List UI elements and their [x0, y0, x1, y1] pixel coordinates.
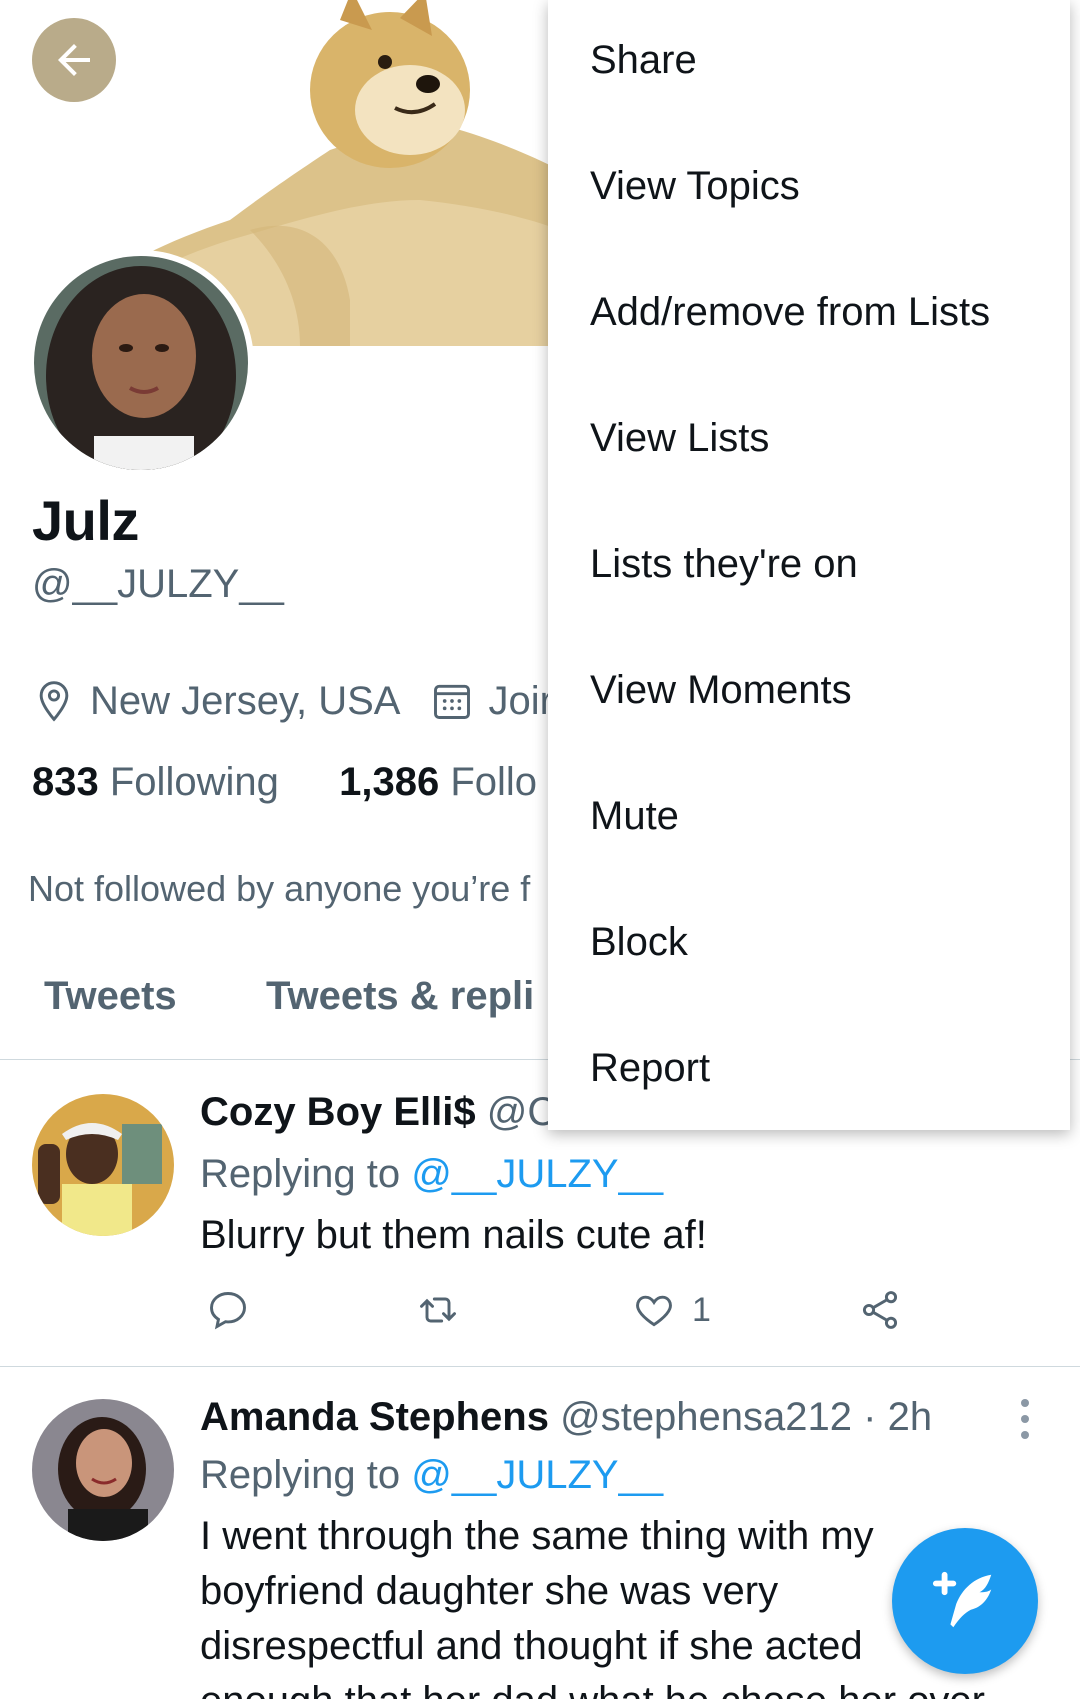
followers-count: 1,386 — [339, 760, 440, 804]
following-link[interactable]: 833 Following — [32, 760, 279, 804]
following-count: 833 — [32, 760, 99, 804]
menu-item-lists-theyre-on[interactable]: Lists they're on — [590, 542, 858, 587]
reply-icon — [210, 1292, 246, 1330]
reply-button[interactable] — [206, 1288, 250, 1332]
tweet-header: Amanda Stephens @stephensa212 · 2h — [200, 1395, 932, 1440]
like-count: 1 — [692, 1290, 711, 1329]
tweet-header: Cozy Boy Elli$ @C — [200, 1090, 556, 1135]
follow-stats: 833 Following 1,386 Follo — [32, 760, 537, 805]
tweet-time: · 2h — [863, 1395, 933, 1439]
back-button[interactable] — [32, 18, 116, 102]
heart-icon — [636, 1295, 672, 1327]
profile-handle: @__JULZY__ — [32, 562, 284, 606]
menu-item-block[interactable]: Block — [590, 920, 688, 965]
tweet-avatar[interactable] — [32, 1094, 174, 1236]
menu-item-view-topics[interactable]: View Topics — [590, 164, 800, 209]
retweet-icon — [420, 1297, 456, 1323]
menu-item-mute[interactable]: Mute — [590, 794, 679, 839]
retweet-button[interactable] — [416, 1288, 460, 1332]
display-name: Julz — [32, 489, 139, 552]
replying-prefix: Replying to — [200, 1152, 401, 1196]
menu-item-share[interactable]: Share — [590, 38, 697, 83]
following-label: Following — [109, 760, 279, 804]
menu-item-add-remove-lists[interactable]: Add/remove from Lists — [590, 290, 990, 335]
tweet-author-handle: @stephensa212 — [560, 1395, 853, 1439]
menu-item-view-moments[interactable]: View Moments — [590, 668, 852, 713]
profile-location: New Jersey, USA — [90, 678, 401, 723]
calendar-icon — [430, 679, 474, 723]
tweet-text: Blurry but them nails cute af! — [200, 1213, 707, 1257]
more-vertical-icon[interactable] — [1018, 1399, 1032, 1439]
compose-tweet-button[interactable] — [892, 1528, 1038, 1674]
tab-tweets[interactable]: Tweets — [44, 974, 177, 1019]
share-button[interactable] — [858, 1288, 902, 1332]
map-pin-icon — [32, 679, 76, 723]
avatar-photo — [34, 256, 248, 470]
share-icon — [862, 1291, 898, 1329]
replying-mention[interactable]: @__JULZY__ — [411, 1152, 663, 1196]
tweet-avatar[interactable] — [32, 1399, 174, 1541]
replying-mention[interactable]: @__JULZY__ — [411, 1453, 663, 1497]
replying-to: Replying to @__JULZY__ — [200, 1152, 663, 1197]
replying-to: Replying to @__JULZY__ — [200, 1453, 663, 1498]
compose-tweet-icon — [932, 1571, 992, 1628]
replying-prefix: Replying to — [200, 1453, 401, 1497]
tab-tweets-replies[interactable]: Tweets & repli — [266, 974, 534, 1019]
profile-meta: New Jersey, USA Joir — [32, 676, 553, 726]
followers-label: Follo — [450, 760, 538, 804]
tweet-author-name[interactable]: Amanda Stephens — [200, 1395, 549, 1439]
not-followed-text: Not followed by anyone you’re f — [28, 868, 531, 909]
menu-item-report[interactable]: Report — [590, 1046, 710, 1091]
menu-item-view-lists[interactable]: View Lists — [590, 416, 769, 461]
tweet-text-line: enough that her dad what he chose her ov… — [200, 1674, 1040, 1699]
tweet-actions: 1 — [200, 1288, 920, 1338]
tweet-author-handle: @C — [486, 1090, 557, 1134]
tweet-author-name[interactable]: Cozy Boy Elli$ — [200, 1090, 476, 1134]
like-button[interactable]: 1 — [632, 1288, 711, 1332]
profile-joined: Joir — [488, 678, 553, 723]
profile-avatar[interactable] — [28, 250, 254, 476]
overflow-menu: Share View Topics Add/remove from Lists … — [548, 0, 1070, 1130]
followers-link[interactable]: 1,386 Follo — [339, 760, 537, 804]
arrow-left-icon — [58, 44, 90, 76]
